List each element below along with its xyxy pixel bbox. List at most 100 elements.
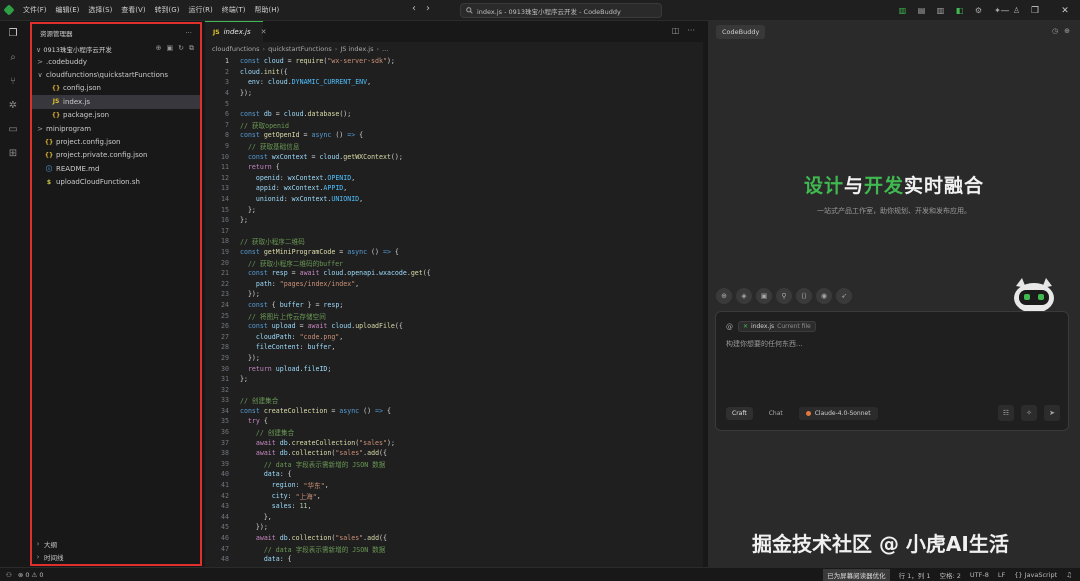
mode-chat[interactable]: Chat	[763, 407, 789, 420]
settings-gear-icon[interactable]: ⚙	[972, 4, 985, 16]
back-arrow-icon[interactable]: ‹	[412, 3, 416, 14]
tree-item[interactable]: > .codebuddy	[32, 55, 200, 68]
line-number: 20	[221, 258, 229, 267]
code-token: cloud	[240, 67, 260, 76]
menu-item[interactable]: 编辑(E)	[56, 5, 80, 15]
tool-code-icon[interactable]: ⟨⟩	[796, 288, 812, 304]
codebuddy-panel-icon[interactable]: ◧	[953, 4, 966, 16]
menu-item[interactable]: 转到(G)	[155, 5, 180, 15]
tool-deploy-icon[interactable]: ➶	[836, 288, 852, 304]
project-root[interactable]: ∨ 0913珠宝小程序云开发 ⊕ ▣ ↻ ⧉	[32, 42, 200, 55]
breadcrumb-item[interactable]: quickstartFunctions	[268, 45, 332, 53]
tool-component-icon[interactable]: ▣	[756, 288, 772, 304]
new-chat-icon[interactable]: ⊕	[1064, 27, 1070, 35]
code-editor[interactable]: 1 const cloud = require("wx-server-sdk");…	[205, 56, 703, 567]
tree-item[interactable]: JS index.js	[32, 95, 200, 109]
notifications-bell-icon[interactable]: ♫	[1066, 571, 1072, 579]
encoding[interactable]: UTF-8	[970, 571, 989, 579]
code-token: =>	[375, 406, 387, 415]
collapse-all-icon[interactable]: ⧉	[189, 44, 194, 53]
code-line: 40 data: {	[205, 469, 703, 480]
menu-item[interactable]: 帮助(H)	[255, 5, 280, 15]
close-tab-icon[interactable]: ✕	[261, 28, 267, 36]
new-folder-icon[interactable]: ▣	[167, 44, 174, 53]
code-token: openid	[255, 173, 280, 182]
context-chip[interactable]: ✕ index.js Current file	[738, 321, 816, 332]
refresh-icon[interactable]: ↻	[178, 44, 184, 53]
indentation[interactable]: 空格: 2	[940, 570, 961, 580]
code-token: ()	[335, 131, 348, 140]
run-debug-icon[interactable]: ✲	[0, 93, 26, 117]
cursor-position[interactable]: 行 1，列 1	[899, 570, 931, 580]
explorer-section[interactable]: › 时间线	[32, 551, 200, 564]
remote-explorer-icon[interactable]: ▭	[0, 117, 26, 141]
remove-context-icon[interactable]: ✕	[743, 323, 748, 330]
tree-item-label: uploadCloudFunction.sh	[56, 178, 140, 187]
tool-figma-icon[interactable]: ◈	[736, 288, 752, 304]
tree-item[interactable]: ⓘ README.md	[32, 162, 200, 175]
more-actions-icon[interactable]: ···	[687, 26, 695, 35]
tool-preview-icon[interactable]: ◉	[816, 288, 832, 304]
tree-item[interactable]: {} config.json	[32, 82, 200, 95]
menu-item[interactable]: 选择(S)	[88, 5, 112, 15]
tree-item[interactable]: {} project.config.json	[32, 135, 200, 148]
rules-icon[interactable]: ☷	[998, 405, 1014, 421]
enhance-prompt-icon[interactable]: ✧	[1021, 405, 1037, 421]
menu-item[interactable]: 运行(R)	[188, 5, 212, 15]
language-mode[interactable]: {} JavaScript	[1014, 571, 1057, 579]
line-ending[interactable]: LF	[998, 571, 1005, 579]
accessibility-status[interactable]: 已为屏幕阅读器优化	[823, 568, 890, 581]
mention-icon[interactable]: @	[726, 323, 733, 331]
breadcrumb-item[interactable]: cloudfunctions	[212, 45, 260, 53]
tool-link-icon[interactable]: ⚲	[776, 288, 792, 304]
split-editor-icon[interactable]: ◫	[672, 26, 680, 35]
mode-craft[interactable]: Craft	[726, 406, 753, 420]
toggle-panel-icon[interactable]: ▤	[915, 4, 928, 16]
source-control-icon[interactable]: ⑂	[0, 69, 26, 93]
tree-item[interactable]: > miniprogram	[32, 122, 200, 135]
search-icon[interactable]: ⌕	[0, 45, 26, 69]
model-selector[interactable]: Claude-4.0-Sonnet	[798, 406, 878, 420]
menu-item[interactable]: 文件(F)	[23, 5, 47, 15]
forward-arrow-icon[interactable]: ›	[426, 3, 430, 14]
breadcrumb-item[interactable]: JS index.js	[340, 45, 373, 53]
tree-item[interactable]: {} package.json	[32, 109, 200, 122]
history-icon[interactable]: ◷	[1052, 27, 1058, 35]
more-actions-icon[interactable]: ···	[185, 29, 192, 37]
extensions-icon[interactable]: ⊞	[0, 141, 26, 165]
tree-item[interactable]: {} project.private.config.json	[32, 149, 200, 162]
tab-index-js[interactable]: JS index.js ✕	[205, 21, 267, 42]
code-token: require	[295, 57, 324, 66]
code-token: ,	[339, 332, 344, 341]
problems-count[interactable]: ⊗ 0 ⚠ 0	[18, 571, 44, 579]
maximize-icon[interactable]: ❐	[1020, 0, 1050, 21]
explorer-files-icon[interactable]: ❐	[0, 21, 26, 45]
close-icon[interactable]: ✕	[1050, 0, 1080, 21]
chat-input[interactable]: 构建你想要的任何东西...	[726, 339, 803, 349]
explorer-section[interactable]: › 大纲	[32, 537, 200, 550]
tree-item[interactable]: ∨ cloudfunctions\quickstartFunctions	[32, 68, 200, 81]
code-line: 45 });	[205, 522, 703, 533]
tree-item[interactable]: $ uploadCloudFunction.sh	[32, 176, 200, 189]
toggle-sidebar-icon[interactable]: ▥	[896, 4, 909, 16]
codebuddy-tab[interactable]: CodeBuddy	[716, 24, 766, 39]
new-file-icon[interactable]: ⊕	[156, 44, 162, 53]
tool-integration-icon[interactable]: ⊕	[716, 288, 732, 304]
code-token: "sales"	[335, 449, 364, 458]
code-token: buffer	[279, 300, 304, 309]
tree-item-label: cloudfunctions\quickstartFunctions	[46, 71, 169, 80]
code-token: wxContext	[291, 195, 328, 204]
command-center-search[interactable]: index.js - 0913珠宝小程序云开发 - CodeBuddy	[460, 3, 662, 18]
code-token: add	[367, 449, 380, 458]
menu-item[interactable]: 终端(T)	[222, 5, 246, 15]
remote-icon[interactable]: ⚇	[6, 571, 12, 579]
send-icon[interactable]: ➤	[1044, 405, 1060, 421]
menu-item[interactable]: 查看(V)	[121, 5, 145, 15]
code-token: cloud	[319, 152, 340, 161]
minimize-icon[interactable]: —	[990, 0, 1020, 21]
code-line: 1 const cloud = require("wx-server-sdk");	[205, 56, 703, 67]
toggle-secondary-sidebar-icon[interactable]: ▥	[934, 4, 947, 16]
line-number: 15	[221, 205, 229, 214]
code-line: 15 };	[205, 204, 703, 215]
breadcrumb-item[interactable]: ...	[382, 45, 388, 53]
